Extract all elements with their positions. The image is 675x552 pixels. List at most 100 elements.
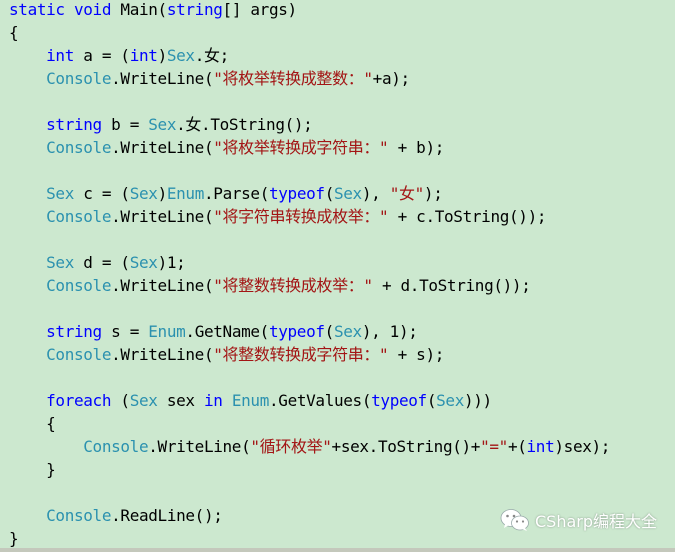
code-line: Console.WriteLine("将字符串转换成枚举：" + c.ToStr… — [9, 205, 610, 228]
code-token-string: "将枚举转换成整数：" — [213, 69, 373, 88]
code-token-keyword: string — [46, 322, 102, 341]
code-token-type: Sex — [46, 184, 74, 203]
code-token-plain: + s); — [388, 345, 445, 364]
code-token-keyword: int — [46, 46, 74, 65]
code-token-keyword: in — [203, 391, 223, 410]
code-token-plain: ), — [361, 184, 390, 203]
code-token-plain: .GetName( — [185, 322, 269, 341]
code-token-plain: .WriteLine( — [111, 69, 214, 88]
code-token-type: Console — [46, 506, 112, 525]
code-token-type: Console — [46, 276, 112, 295]
code-token-plain: .WriteLine( — [111, 345, 214, 364]
code-token-plain: { — [9, 23, 19, 42]
code-token-plain: { — [9, 414, 56, 433]
code-token-keyword: typeof — [371, 391, 427, 410]
code-token-string: "将枚举转换成字符串：" — [213, 138, 389, 157]
code-token-plain: +a); — [372, 69, 410, 88]
code-token-keyword: typeof — [268, 184, 325, 203]
code-token-type: Sex — [436, 391, 464, 410]
wechat-icon — [500, 508, 530, 532]
code-line: { — [9, 21, 610, 44]
code-token-plain: [] args) — [222, 0, 298, 19]
code-token-plain: +sex.ToString()+ — [331, 437, 481, 456]
code-token-type: Enum — [166, 184, 204, 203]
watermark-text: CSharp编程大全 — [535, 512, 658, 531]
code-token-plain: .女; — [194, 46, 230, 65]
code-token-plain: )1; — [157, 253, 186, 272]
code-token-plain: .WriteLine( — [111, 207, 214, 226]
code-line: { — [9, 412, 610, 435]
code-token-type: Sex — [333, 322, 362, 341]
code-token-plain: d = ( — [74, 253, 130, 272]
code-token-plain: Main( — [120, 0, 167, 19]
code-line: string b = Sex.女.ToString(); — [9, 113, 610, 136]
code-token-plain: ); — [423, 184, 443, 203]
code-line: static void Main(string[] args) — [9, 0, 610, 21]
code-token-string: "女" — [389, 184, 425, 203]
code-token-string: "循环枚举" — [250, 437, 332, 456]
code-token-type: Sex — [46, 253, 74, 272]
code-token-keyword: int — [526, 437, 555, 456]
code-token-plain: } — [9, 460, 56, 479]
code-token-type: Sex — [129, 184, 158, 203]
code-line: Console.WriteLine("将枚举转换成字符串：" + b); — [9, 136, 610, 159]
code-token-plain: s = — [101, 322, 149, 341]
code-line: Sex c = (Sex)Enum.Parse(typeof(Sex), "女"… — [9, 182, 610, 205]
code-token-keyword: string — [46, 115, 102, 134]
code-line: Console.WriteLine("将整数转换成枚举：" + d.ToStri… — [9, 274, 610, 297]
code-token-keyword: string — [166, 0, 223, 19]
code-token-plain: sex — [157, 391, 204, 410]
code-token-plain: ( — [324, 322, 335, 341]
code-token-plain: )sex); — [554, 437, 611, 456]
code-line: Console.WriteLine("将整数转换成字符串：" + s); — [9, 343, 610, 366]
code-token-type: Console — [46, 207, 112, 226]
code-token-plain: .WriteLine( — [111, 276, 214, 295]
code-token-plain: } — [9, 529, 19, 548]
code-token-string: "=" — [480, 437, 508, 456]
code-line: } — [9, 458, 610, 481]
code-token-string: "将整数转换成枚举：" — [213, 276, 373, 295]
code-token-plain: ), 1); — [361, 322, 418, 341]
code-token-type: Console — [46, 138, 112, 157]
code-block[interactable]: static void Main(string[] args){ int a =… — [9, 0, 610, 550]
code-token-plain: .女.ToString(); — [176, 115, 313, 134]
code-token-keyword: typeof — [268, 322, 325, 341]
code-token-keyword: foreach — [46, 391, 112, 410]
code-token-type: Console — [46, 345, 112, 364]
code-token-plain: + b); — [388, 138, 445, 157]
code-token-type: Sex — [129, 391, 158, 410]
code-token-keyword: static void — [9, 0, 121, 19]
code-token-type: Sex — [166, 46, 195, 65]
code-token-type: Sex — [129, 253, 158, 272]
watermark: CSharp编程大全 — [500, 508, 657, 532]
code-token-plain: .Parse( — [204, 184, 269, 203]
code-line: foreach (Sex sex in Enum.GetValues(typeo… — [9, 389, 610, 412]
code-token-keyword: int — [129, 46, 158, 65]
code-token-type: Enum — [231, 391, 269, 410]
code-token-string: "将字符串转换成枚举：" — [213, 207, 389, 226]
code-editor[interactable]: static void Main(string[] args){ int a =… — [0, 0, 675, 548]
code-token-plain: .WriteLine( — [111, 138, 214, 157]
bottom-border — [0, 548, 675, 552]
code-token-type: Console — [83, 437, 149, 456]
code-token-plain: ) — [157, 184, 168, 203]
code-token-type: Sex — [148, 115, 177, 134]
